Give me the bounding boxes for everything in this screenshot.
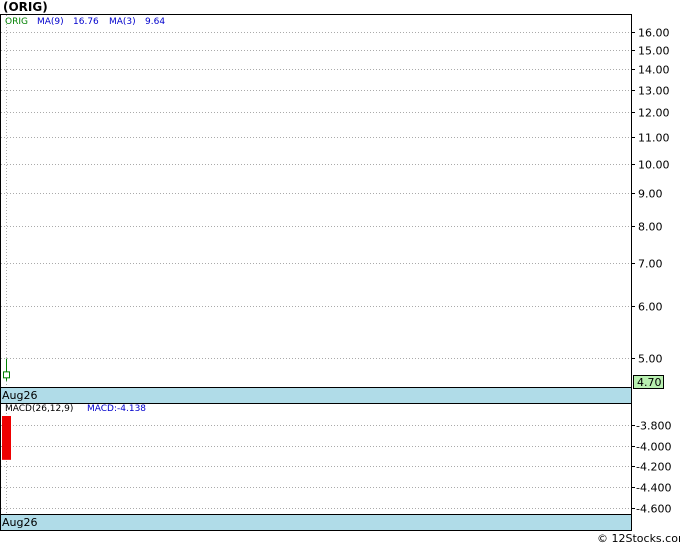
price-tick-label: 9.00 xyxy=(638,188,663,201)
macd-tick-label: -4.200 xyxy=(636,461,671,474)
price-tick-label: 8.00 xyxy=(638,221,663,234)
macd-legend-value: MACD:-4.138 xyxy=(87,404,146,414)
legend-ma3-label: MA(3) xyxy=(109,17,136,27)
macd-tick-label: -4.600 xyxy=(636,503,671,516)
legend-ma9-value: 16.76 xyxy=(73,17,99,27)
macd-date-label: Aug26 xyxy=(2,516,37,529)
price-tick-label: 13.00 xyxy=(638,85,670,98)
candle-body xyxy=(3,371,10,379)
price-tick-label: 12.00 xyxy=(638,107,670,120)
price-tick-label: 6.00 xyxy=(638,301,663,314)
price-panel xyxy=(0,14,632,388)
price-date-label: Aug26 xyxy=(2,389,37,402)
footer-copyright: © 12Stocks.com xyxy=(597,532,680,545)
legend-ma9-label: MA(9) xyxy=(37,17,64,27)
macd-date-band xyxy=(0,514,632,531)
price-tick-label: 11.00 xyxy=(638,132,670,145)
stock-chart: 16.00 15.00 14.00 13.00 12.00 11.00 10.00 9.00 8… xyxy=(0,14,680,545)
macd-bar xyxy=(2,416,11,460)
macd-panel xyxy=(0,403,632,515)
macd-tick-label: -3.800 xyxy=(636,420,671,433)
price-tick-label: 15.00 xyxy=(638,45,670,58)
price-tick-label: 14.00 xyxy=(638,64,670,77)
price-tick-label: 5.00 xyxy=(638,353,663,366)
price-tick-label: 7.00 xyxy=(638,258,663,271)
macd-tick-label: -4.000 xyxy=(636,441,671,454)
price-tick-label: 10.00 xyxy=(638,159,670,172)
macd-tick-label: -4.400 xyxy=(636,482,671,495)
price-tick-label: 16.00 xyxy=(638,27,670,40)
legend-ticker: ORIG xyxy=(5,17,28,27)
last-price-label: 4.70 xyxy=(637,376,662,389)
price-date-band xyxy=(0,387,632,404)
legend-ma3-value: 9.64 xyxy=(145,17,165,27)
macd-legend-label: MACD(26,12,9) xyxy=(5,404,73,414)
